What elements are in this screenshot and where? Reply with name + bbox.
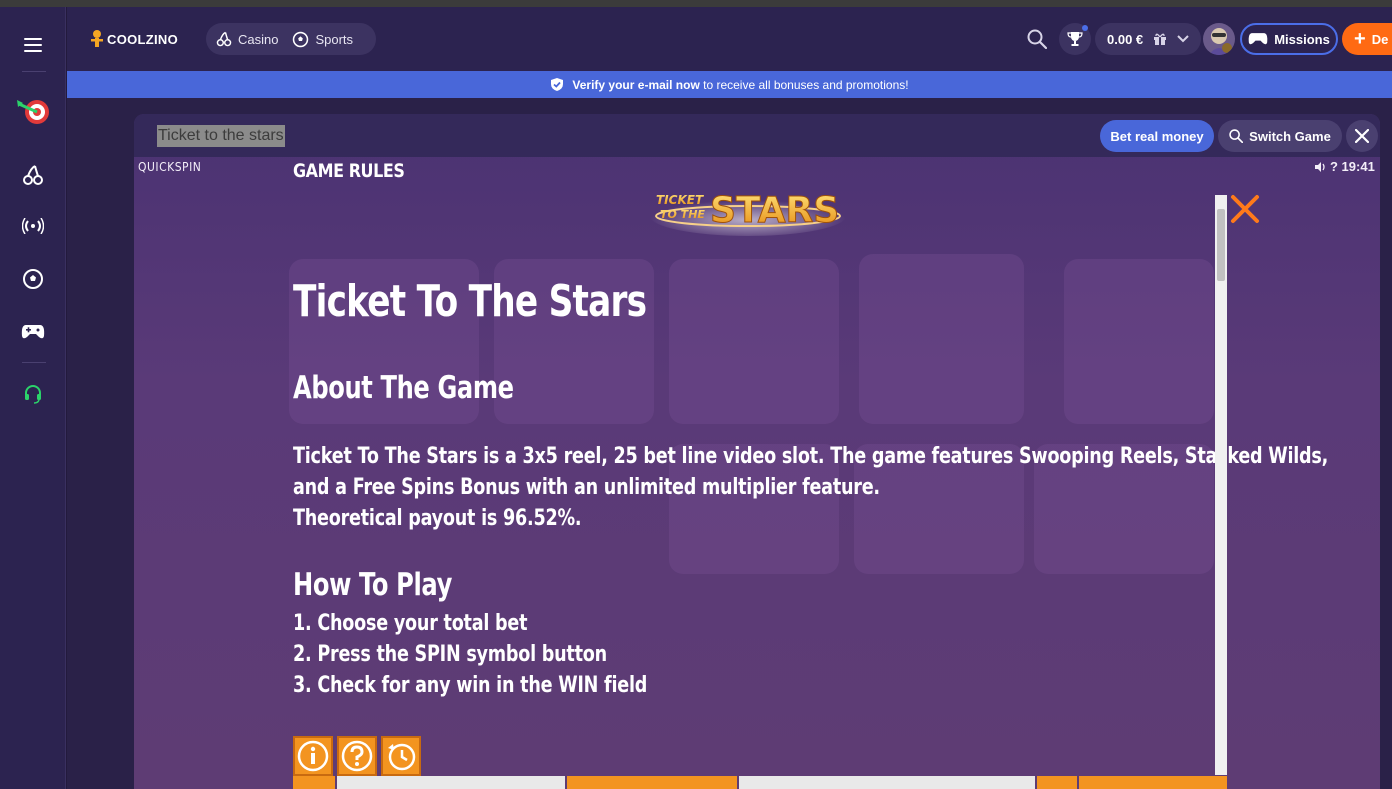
window-top-edge — [0, 0, 1392, 7]
rules-title: Ticket To The Stars — [293, 276, 647, 327]
sidebar-divider — [22, 71, 46, 72]
chevron-down-icon — [1177, 35, 1189, 43]
close-icon — [1355, 129, 1369, 143]
about-heading: About The Game — [293, 370, 514, 406]
gift-icon — [1154, 33, 1167, 45]
close-game-button[interactable] — [1346, 120, 1378, 152]
balance-amount: 0.00 € — [1107, 31, 1144, 47]
plus-icon: + — [1354, 28, 1366, 50]
rules-close-button[interactable] — [1230, 194, 1260, 224]
help-icon — [337, 736, 377, 776]
rules-icon-row — [293, 736, 421, 776]
search-icon[interactable] — [1025, 27, 1049, 51]
provider-label: QUICKSPIN — [138, 160, 202, 174]
bet-real-money-button[interactable]: Bet real money — [1100, 120, 1214, 152]
background-reel-tile — [1064, 259, 1214, 424]
notification-dot — [1082, 25, 1088, 31]
game-bottom-controls — [293, 776, 1227, 789]
game-status-bar: ? 19:41 — [1314, 159, 1375, 174]
logo-text: COOLZINO — [107, 31, 179, 47]
nav-casino-label: Casino — [238, 31, 279, 47]
logo-word-tothe: TO THE — [660, 208, 705, 221]
gamepad-icon[interactable] — [13, 312, 53, 352]
search-icon — [1229, 129, 1244, 143]
sidebar — [0, 7, 66, 789]
live-broadcast-icon[interactable] — [13, 206, 53, 246]
nav-casino[interactable]: Casino — [216, 31, 278, 47]
shield-check-icon — [551, 78, 564, 91]
howto-step: 3. Check for any win in the WIN field — [293, 673, 648, 698]
balance-widget[interactable]: 0.00 € — [1095, 23, 1201, 55]
about-line: and a Free Spins Bonus with an unlimited… — [293, 475, 880, 500]
trophy-icon[interactable] — [1059, 23, 1091, 55]
background-reel-tile — [859, 254, 1024, 424]
history-icon — [381, 736, 421, 776]
logo-word-ticket: TICKET — [656, 193, 704, 207]
soccer-ball-icon[interactable] — [13, 259, 53, 299]
sidebar-divider — [22, 362, 46, 363]
about-line: Ticket To The Stars is a 3x5 reel, 25 be… — [293, 444, 1329, 469]
game-frame: Ticket to the stars Bet real money Switc… — [134, 114, 1380, 789]
rules-scrollbar-thumb[interactable] — [1217, 209, 1225, 281]
info-icon — [293, 736, 333, 776]
switch-game-button[interactable]: Switch Game — [1218, 120, 1342, 152]
howto-step: 1. Choose your total bet — [293, 611, 528, 636]
cherries-icon — [216, 31, 232, 47]
support-headset-icon[interactable] — [13, 374, 53, 414]
site-logo[interactable]: COOLZINO — [89, 29, 178, 49]
menu-icon[interactable] — [13, 25, 53, 65]
banner-text: to receive all bonuses and promotions! — [703, 77, 909, 92]
gamepad-icon — [1248, 33, 1268, 45]
game-logo: TICKET TO THE STARS — [650, 190, 846, 236]
logo-mascot-icon — [91, 30, 103, 47]
game-toolbar: Ticket to the stars Bet real money Switc… — [134, 114, 1380, 157]
close-icon — [1231, 195, 1259, 223]
banner-bold-text: Verify your e-mail now — [572, 77, 700, 92]
background-reel-tile — [669, 259, 839, 424]
deposit-button[interactable]: + De — [1342, 23, 1392, 55]
howto-heading: How To Play — [293, 567, 452, 603]
nav-sports[interactable]: Sports — [292, 31, 353, 48]
cherries-icon[interactable] — [13, 155, 53, 195]
rules-scrollbar[interactable] — [1215, 195, 1227, 775]
main-nav: Casino Sports — [206, 23, 376, 55]
missions-button[interactable]: Missions — [1240, 23, 1338, 55]
deposit-label: De — [1371, 31, 1389, 47]
howto-step: 2. Press the SPIN symbol button — [293, 642, 607, 667]
game-title: Ticket to the stars — [157, 125, 285, 147]
nav-sports-label: Sports — [315, 31, 354, 47]
top-header: COOLZINO Casino Sports 0.00 € Missions +… — [67, 7, 1392, 71]
speaker-icon[interactable] — [1314, 161, 1326, 173]
target-dart-icon[interactable] — [13, 91, 53, 131]
status-text: ? 19:41 — [1330, 159, 1375, 174]
avatar[interactable] — [1203, 23, 1235, 55]
soccer-ball-icon — [293, 31, 309, 47]
logo-word-stars: STARS — [710, 190, 839, 231]
about-line: Theoretical payout is 96.52%. — [293, 506, 582, 531]
missions-label: Missions — [1274, 31, 1330, 47]
verify-email-banner[interactable]: Verify your e-mail now to receive all bo… — [67, 71, 1392, 98]
switch-game-label: Switch Game — [1249, 128, 1331, 144]
rules-header: GAME RULES — [293, 160, 405, 182]
